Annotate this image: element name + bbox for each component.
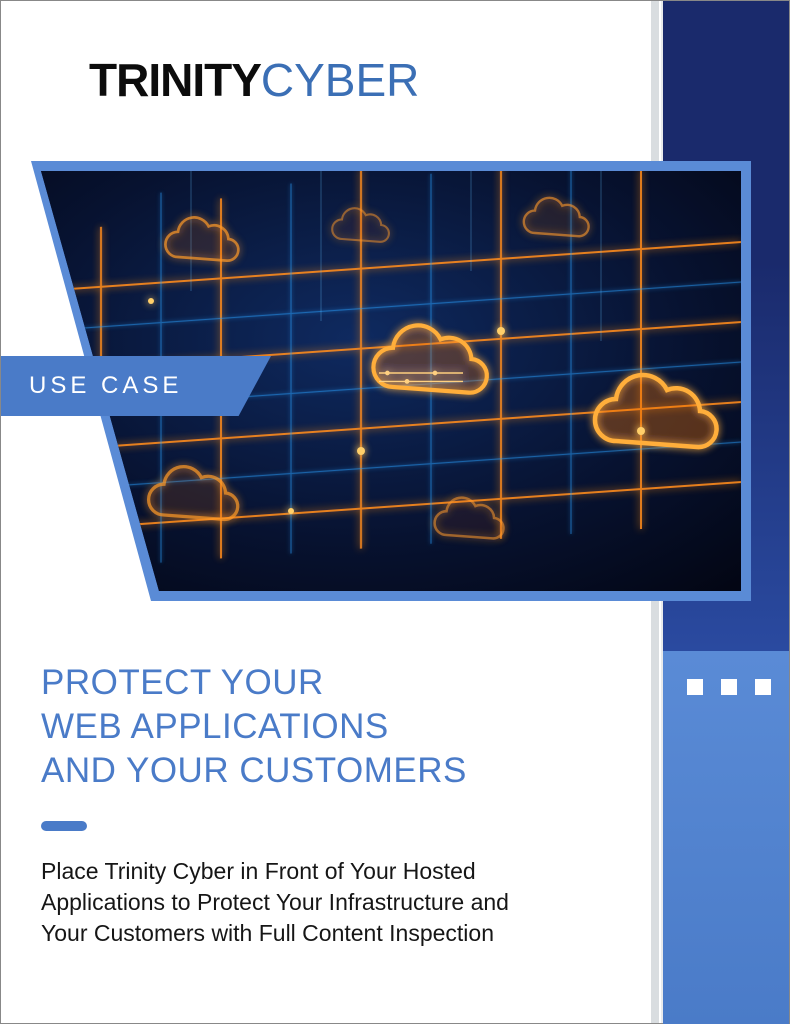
brand-logo: TRINITYCYBER	[89, 53, 419, 107]
heading-line: AND YOUR CUSTOMERS	[41, 749, 601, 793]
square-icon	[687, 679, 703, 695]
tag-label: USE CASE	[29, 372, 182, 400]
logo-part-cyber: CYBER	[261, 54, 419, 106]
main-heading: PROTECT YOUR WEB APPLICATIONS AND YOUR C…	[41, 661, 601, 792]
decorative-squares	[687, 679, 771, 695]
logo-part-trinity: TRINITY	[89, 54, 261, 106]
right-panel-light	[663, 651, 789, 1024]
accent-bar	[41, 821, 87, 831]
square-icon	[721, 679, 737, 695]
document-cover: TRINITYCYBER	[0, 0, 790, 1024]
heading-line: WEB APPLICATIONS	[41, 705, 601, 749]
square-icon	[755, 679, 771, 695]
heading-line: PROTECT YOUR	[41, 661, 601, 705]
use-case-tag: USE CASE	[1, 356, 271, 416]
body-copy: Place Trinity Cyber in Front of Your Hos…	[41, 856, 561, 949]
